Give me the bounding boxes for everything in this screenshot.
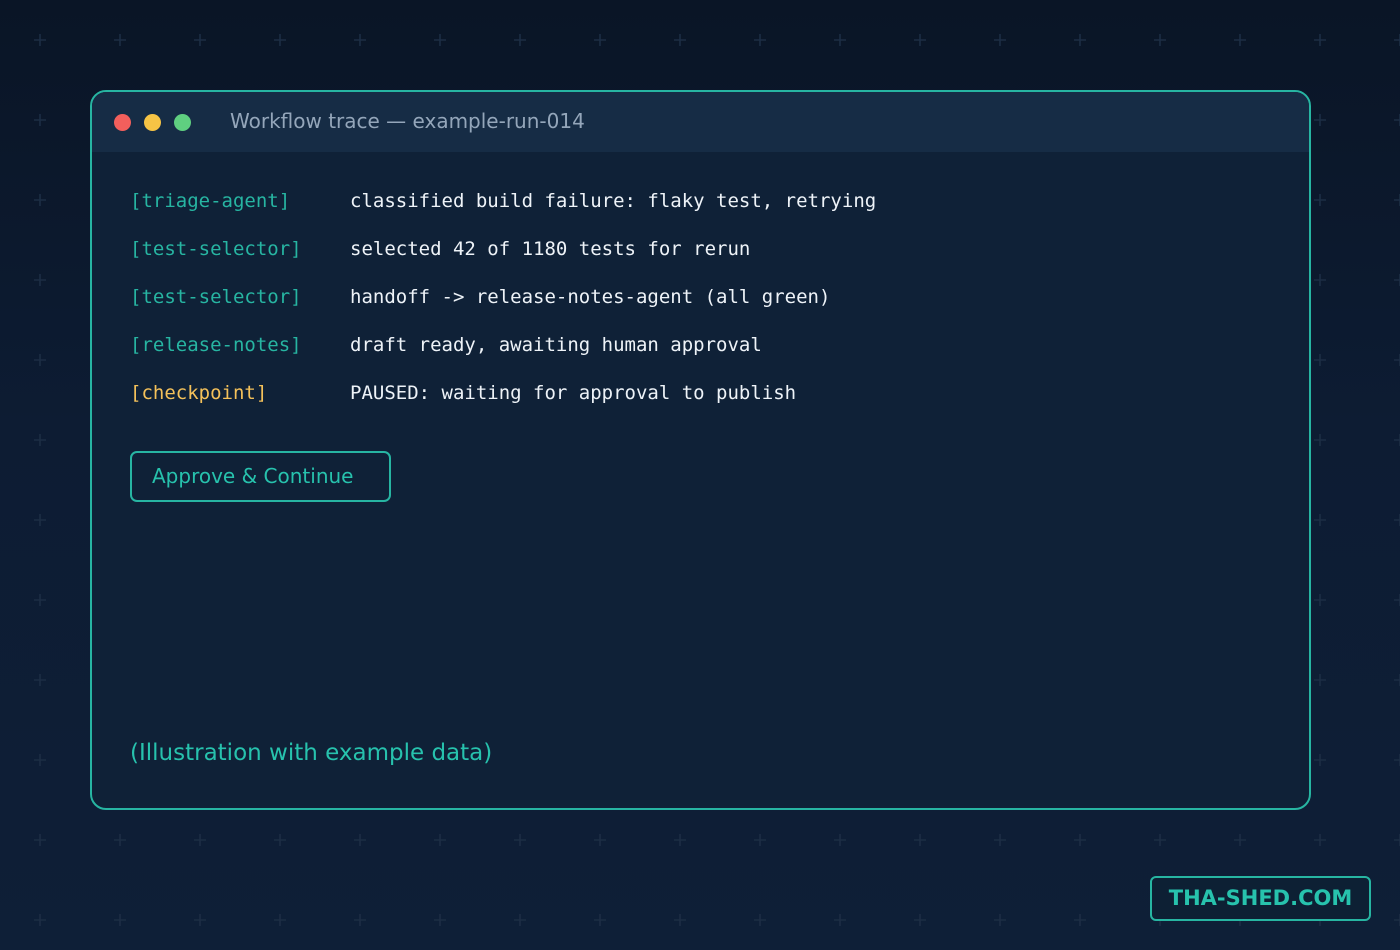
log-line: [test-selector] selected 42 of 1180 test…	[130, 238, 1230, 286]
brand-badge[interactable]: THA-SHED.COM	[1150, 876, 1371, 921]
log-line: [triage-agent] classified build failure:…	[130, 190, 1230, 238]
log-message: classified build failure: flaky test, re…	[350, 190, 877, 212]
trace-log: [triage-agent] classified build failure:…	[130, 190, 1230, 430]
log-message: handoff -> release-notes-agent (all gree…	[350, 286, 831, 308]
checkpoint-message: PAUSED: waiting for approval to publish	[350, 382, 797, 404]
checkpoint-agent-tag: [checkpoint]	[130, 382, 268, 404]
log-line: [release-notes] draft ready, awaiting hu…	[130, 334, 1230, 382]
maximize-window-dot[interactable]	[174, 114, 191, 131]
workflow-trace-window: Workflow trace — example-run-014 [triage…	[90, 90, 1311, 810]
minimize-window-dot[interactable]	[144, 114, 161, 131]
approve-continue-button[interactable]: Approve & Continue	[130, 451, 391, 502]
log-line: [test-selector] handoff -> release-notes…	[130, 286, 1230, 334]
close-window-dot[interactable]	[114, 114, 131, 131]
log-line-checkpoint: [checkpoint] PAUSED: waiting for approva…	[130, 382, 1230, 430]
log-agent-tag: [triage-agent]	[130, 190, 291, 212]
log-agent-tag: [release-notes]	[130, 334, 302, 356]
log-agent-tag: [test-selector]	[130, 238, 302, 260]
window-title: Workflow trace — example-run-014	[230, 109, 585, 133]
log-message: selected 42 of 1180 tests for rerun	[350, 238, 751, 260]
log-message: draft ready, awaiting human approval	[350, 334, 762, 356]
illustration-caption: (Illustration with example data)	[130, 740, 493, 766]
log-agent-tag: [test-selector]	[130, 286, 302, 308]
window-titlebar: Workflow trace — example-run-014	[92, 92, 1309, 152]
